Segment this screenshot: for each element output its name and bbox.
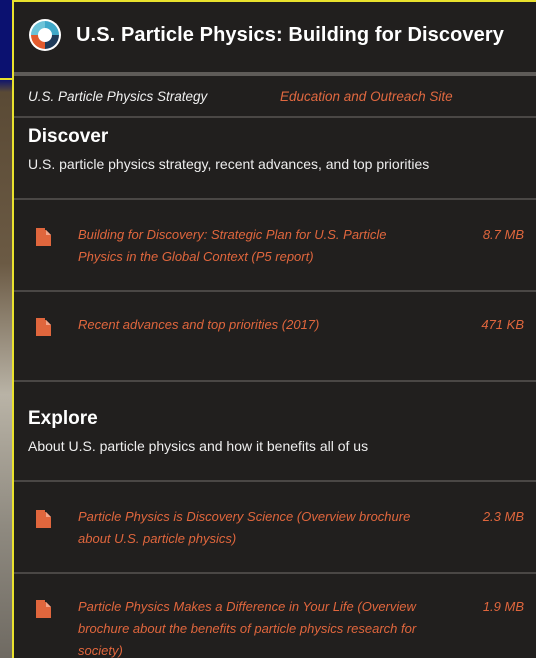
item-link[interactable]: Particle Physics Makes a Difference in Y… [78,596,433,658]
file-size: 2.3 MB [482,509,524,524]
file-size: 471 KB [481,317,524,332]
file-size: 1.9 MB [482,599,524,614]
pdf-document-icon [36,228,51,246]
item-link[interactable]: Building for Discovery: Strategic Plan f… [78,224,433,268]
item-link[interactable]: Recent advances and top priorities (2017… [78,314,433,336]
pdf-document-icon [36,510,51,528]
nav-link-education[interactable]: Education and Outreach Site [280,89,453,104]
pdf-document-icon [36,318,51,336]
list-item[interactable]: Building for Discovery: Strategic Plan f… [14,200,536,290]
nav-divider [14,116,536,118]
list-item[interactable]: Recent advances and top priorities (2017… [14,292,536,380]
divider [14,380,536,382]
list-item[interactable]: Particle Physics is Discovery Science (O… [14,482,536,572]
section-explore: Explore About U.S. particle physics and … [14,408,536,658]
document-panel: U.S. Particle Physics: Building for Disc… [12,0,536,658]
header: U.S. Particle Physics: Building for Disc… [14,2,536,68]
section-title: Explore [28,408,98,429]
item-link[interactable]: Particle Physics is Discovery Science (O… [78,506,433,550]
page-title: U.S. Particle Physics: Building for Disc… [76,23,504,46]
pdf-document-icon [36,600,51,618]
section-description: U.S. particle physics strategy, recent a… [28,156,430,172]
swirl-logo-icon [29,19,61,51]
section-discover: Discover U.S. particle physics strategy,… [14,126,536,382]
nav-bar: U.S. Particle Physics Strategy Education… [14,76,536,116]
list-item[interactable]: Particle Physics Makes a Difference in Y… [14,574,536,658]
file-size: 8.7 MB [482,227,524,242]
nav-link-strategy[interactable]: U.S. Particle Physics Strategy [28,89,280,104]
section-description: About U.S. particle physics and how it b… [28,438,369,454]
section-title: Discover [28,126,109,147]
